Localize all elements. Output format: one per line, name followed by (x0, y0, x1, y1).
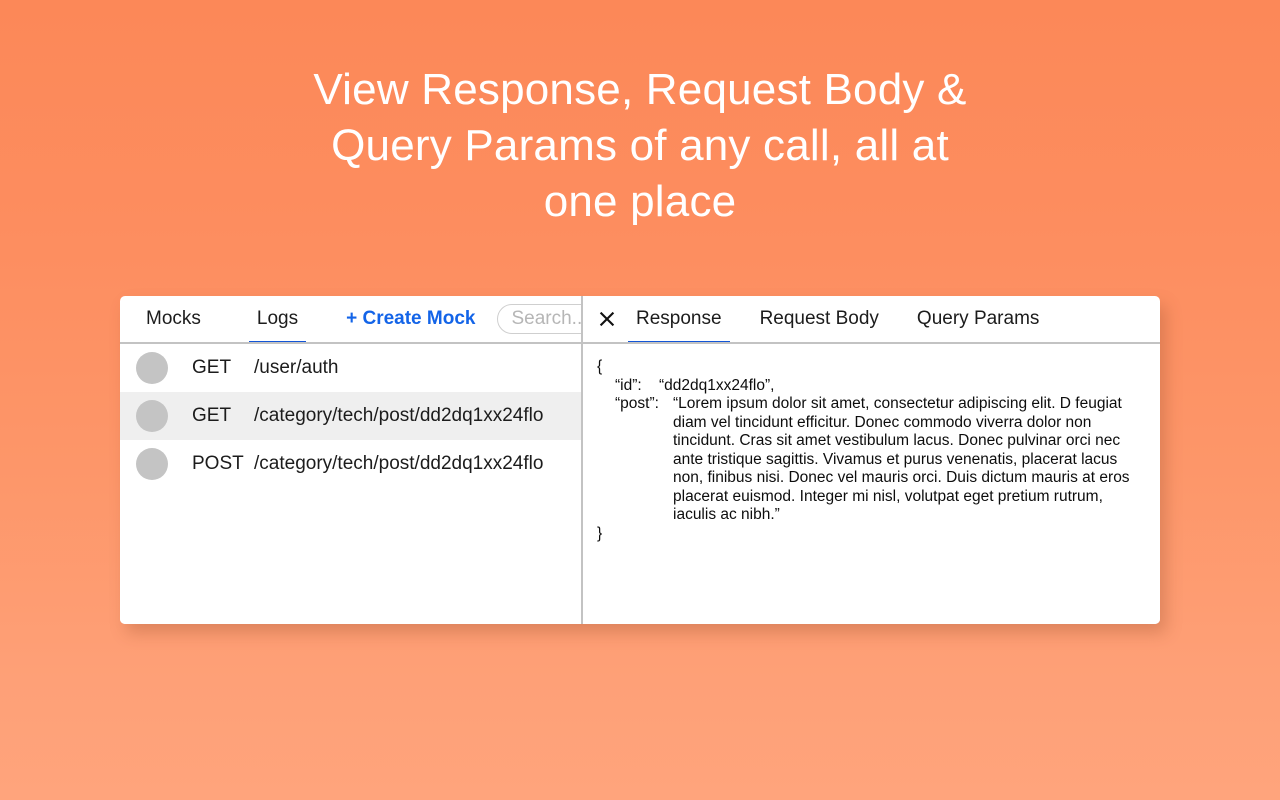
json-key: “post”: (615, 395, 659, 412)
app-window: Mocks Logs + Create Mock Search... Respo… (120, 296, 1160, 624)
json-field-post: “post”: “Lorem ipsum dolor sit amet, con… (597, 395, 1160, 525)
tab-request-body[interactable]: Request Body (756, 296, 883, 342)
tab-mocks[interactable]: Mocks (142, 296, 205, 342)
json-close-brace: } (597, 524, 603, 542)
json-key: “id”: (615, 376, 642, 394)
json-value: “dd2dq1xx24flo”, (659, 376, 775, 394)
search-input[interactable]: Search... (497, 304, 581, 334)
status-dot-icon (136, 448, 168, 480)
table-row[interactable]: GET /category/tech/post/dd2dq1xx24flo (120, 392, 581, 440)
left-panel-toolbar: Mocks Logs + Create Mock Search... (120, 296, 581, 342)
response-viewer: { “id”: “dd2dq1xx24flo”, “post”: “Lorem … (581, 344, 1160, 624)
window-body: GET /user/auth GET /category/tech/post/d… (120, 344, 1160, 624)
json-value: “Lorem ipsum dolor sit amet, consectetur… (673, 395, 1130, 523)
table-row[interactable]: GET /user/auth (120, 344, 581, 392)
tab-query-params[interactable]: Query Params (913, 296, 1043, 342)
search-placeholder: Search... (511, 308, 581, 329)
row-path: /user/auth (254, 357, 339, 378)
right-panel-toolbar: Response Request Body Query Params (581, 296, 1160, 342)
tab-logs[interactable]: Logs (248, 296, 307, 342)
status-dot-icon (136, 400, 168, 432)
json-open-brace: { (597, 358, 603, 375)
json-field-id: “id”: “dd2dq1xx24flo”, (597, 377, 1160, 396)
close-icon[interactable] (596, 308, 618, 330)
create-mock-button[interactable]: + Create Mock (346, 308, 475, 330)
row-method: POST (192, 453, 244, 474)
response-json: { “id”: “dd2dq1xx24flo”, “post”: “Lorem … (597, 358, 1160, 543)
tab-response[interactable]: Response (628, 296, 730, 342)
logs-list: GET /user/auth GET /category/tech/post/d… (120, 344, 581, 624)
row-path: /category/tech/post/dd2dq1xx24flo (254, 405, 544, 426)
row-path: /category/tech/post/dd2dq1xx24flo (254, 453, 544, 474)
window-tab-strip: Mocks Logs + Create Mock Search... Respo… (120, 296, 1160, 344)
table-row[interactable]: POST /category/tech/post/dd2dq1xx24flo (120, 440, 581, 488)
page-headline: View Response, Request Body & Query Para… (313, 65, 967, 226)
row-method: GET (192, 357, 232, 378)
status-dot-icon (136, 352, 168, 384)
row-method: GET (192, 405, 232, 426)
